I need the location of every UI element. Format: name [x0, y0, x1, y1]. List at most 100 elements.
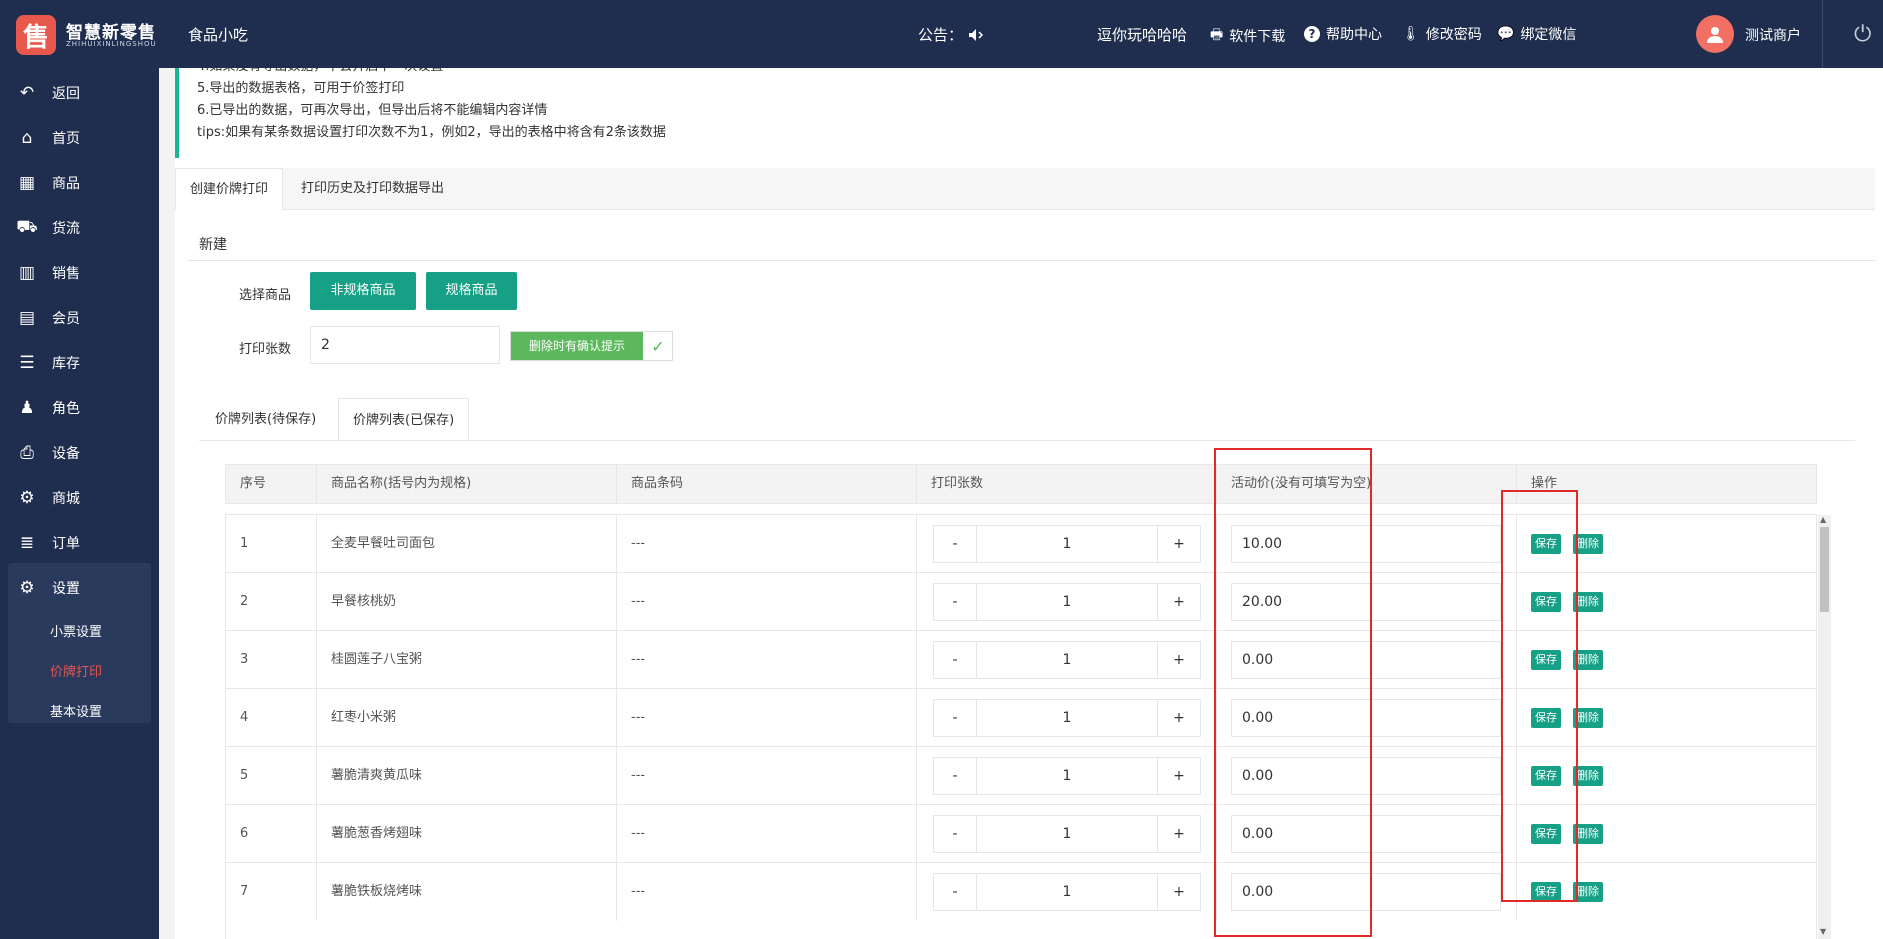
list-icon: ≣ [19, 533, 35, 553]
sidebar-subitem-receipt[interactable]: 小票设置 [50, 621, 102, 640]
delete-button[interactable]: 删除 [1573, 766, 1603, 786]
tab-print-history[interactable]: 打印历史及打印数据导出 [287, 168, 458, 210]
table-scrollbar[interactable]: ▲ ▼ [1818, 515, 1831, 939]
delete-button[interactable]: 删除 [1573, 824, 1603, 844]
increment-button[interactable]: + [1157, 641, 1201, 679]
save-button[interactable]: 保存 [1531, 766, 1561, 786]
sidebar-item-settings[interactable]: ⚙ 设置 [0, 568, 159, 608]
price-input[interactable]: 0.00 [1231, 873, 1501, 911]
non-spec-goods-button[interactable]: 非规格商品 [310, 272, 416, 310]
notice-label: 公告： [918, 24, 984, 45]
cell-count: -1 + [917, 573, 1217, 631]
sidebar-item-mall[interactable]: ⚙ 商城 [0, 478, 159, 518]
sidebar-item-home[interactable]: ⌂ 首页 [0, 118, 159, 158]
sidebar-subitem-basic[interactable]: 基本设置 [50, 701, 102, 720]
software-download-link[interactable]: 🖶 软件下载 [1210, 24, 1285, 48]
change-password-link[interactable]: 🌡 修改密码 [1402, 24, 1482, 44]
notice-text[interactable]: 逗你玩哈哈哈 [1097, 24, 1187, 45]
shop-name[interactable]: 食品小吃 [188, 24, 248, 45]
cell-name: 红枣小米粥 [317, 689, 617, 747]
sidebar-item-orders[interactable]: ≣ 订单 [0, 523, 159, 563]
decrement-button[interactable]: - [933, 757, 977, 795]
count-input[interactable]: 1 [977, 525, 1157, 563]
sidebar-item-roles[interactable]: ♟ 角色 [0, 388, 159, 428]
grid-icon: ▦ [18, 173, 36, 193]
increment-button[interactable]: + [1157, 815, 1201, 853]
divider [199, 440, 1855, 441]
cell-price: 0.00 [1217, 863, 1517, 921]
scroll-down-icon[interactable]: ▼ [1820, 927, 1826, 936]
sidebar-item-devices[interactable]: ⎙ 设备 [0, 433, 159, 473]
delete-button[interactable]: 删除 [1573, 592, 1603, 612]
delete-button[interactable]: 删除 [1573, 708, 1603, 728]
decrement-button[interactable]: - [933, 641, 977, 679]
spec-goods-button[interactable]: 规格商品 [426, 272, 517, 310]
count-input[interactable]: 1 [977, 583, 1157, 621]
delete-confirm-toggle[interactable]: 删除时有确认提示 ✓ [510, 331, 673, 361]
sidebar-subitem-price-tag[interactable]: 价牌打印 [50, 661, 102, 680]
price-input[interactable]: 0.00 [1231, 641, 1501, 679]
chat-icon: 💬 [1497, 26, 1515, 42]
count-input[interactable]: 1 [977, 815, 1157, 853]
avatar[interactable] [1696, 15, 1734, 53]
increment-button[interactable]: + [1157, 583, 1201, 621]
decrement-button[interactable]: - [933, 873, 977, 911]
table-row: 1 全麦早餐吐司面包 --- -1 +10.00 保存 删除 [226, 514, 1816, 573]
help-center-link[interactable]: ? 帮助中心 [1304, 24, 1382, 44]
delete-button[interactable]: 删除 [1573, 650, 1603, 670]
decrement-button[interactable]: - [933, 525, 977, 563]
sidebar-item-back[interactable]: ↶ 返回 [0, 73, 159, 113]
count-input[interactable]: 1 [977, 699, 1157, 737]
increment-button[interactable]: + [1157, 757, 1201, 795]
increment-button[interactable]: + [1157, 873, 1201, 911]
save-button[interactable]: 保存 [1531, 534, 1561, 554]
price-input[interactable]: 0.00 [1231, 815, 1501, 853]
tab-create-price-tag[interactable]: 创建价牌打印 [175, 168, 284, 210]
column-header: 操作 [1531, 476, 1558, 491]
delete-button[interactable]: 删除 [1573, 882, 1603, 902]
decrement-button[interactable]: - [933, 815, 977, 853]
sidebar-item-sales[interactable]: ▥ 销售 [0, 253, 159, 293]
save-button[interactable]: 保存 [1531, 708, 1561, 728]
print-count-input[interactable]: 2 [310, 326, 500, 364]
count-input[interactable]: 1 [977, 757, 1157, 795]
home-icon: ⌂ [21, 128, 33, 148]
increment-button[interactable]: + [1157, 699, 1201, 737]
price-input[interactable]: 10.00 [1231, 525, 1501, 563]
price-input[interactable]: 0.00 [1231, 699, 1501, 737]
price-input[interactable]: 20.00 [1231, 583, 1501, 621]
table-row: 2 早餐核桃奶 --- -1 +20.00 保存 删除 [226, 572, 1816, 631]
decrement-button[interactable]: - [933, 583, 977, 621]
cell-barcode: --- [617, 747, 917, 805]
cell-no: 6 [226, 805, 317, 863]
bind-wechat-link[interactable]: 💬 绑定微信 [1497, 24, 1576, 44]
select-goods-label: 选择商品 [239, 288, 292, 303]
scroll-up-icon[interactable]: ▲ [1820, 515, 1826, 524]
tab-saved-list[interactable]: 价牌列表(已保存) [338, 398, 470, 441]
save-button[interactable]: 保存 [1531, 650, 1561, 670]
cell-actions: 保存 删除 [1517, 689, 1816, 747]
count-input[interactable]: 1 [977, 873, 1157, 911]
delete-button[interactable]: 删除 [1573, 534, 1603, 554]
column-header: 序号 [226, 465, 317, 503]
table-row: 3 桂圆莲子八宝粥 --- -1 +0.00 保存 删除 [226, 630, 1816, 689]
sidebar-item-inventory[interactable]: ☰ 库存 [0, 343, 159, 383]
tab-unsaved-list[interactable]: 价牌列表(待保存) [201, 398, 330, 441]
increment-button[interactable]: + [1157, 525, 1201, 563]
sidebar-item-goods[interactable]: ▦ 商品 [0, 163, 159, 203]
save-button[interactable]: 保存 [1531, 882, 1561, 902]
count-input[interactable]: 1 [977, 641, 1157, 679]
decrement-button[interactable]: - [933, 699, 977, 737]
scroll-thumb[interactable] [1820, 527, 1829, 612]
sidebar-item-logistics[interactable]: ⛟ 货流 [0, 208, 159, 248]
cell-name: 全麦早餐吐司面包 [317, 515, 617, 573]
price-input[interactable]: 0.00 [1231, 757, 1501, 795]
bar-chart-icon: ▥ [18, 263, 36, 283]
sidebar-item-members[interactable]: ▤ 会员 [0, 298, 159, 338]
save-button[interactable]: 保存 [1531, 824, 1561, 844]
divider [1822, 0, 1823, 68]
user-name[interactable]: 测试商户 [1745, 25, 1801, 45]
power-icon[interactable]: ⏻ [1854, 22, 1871, 47]
save-button[interactable]: 保存 [1531, 592, 1561, 612]
thermometer-icon: 🌡 [1402, 26, 1420, 42]
